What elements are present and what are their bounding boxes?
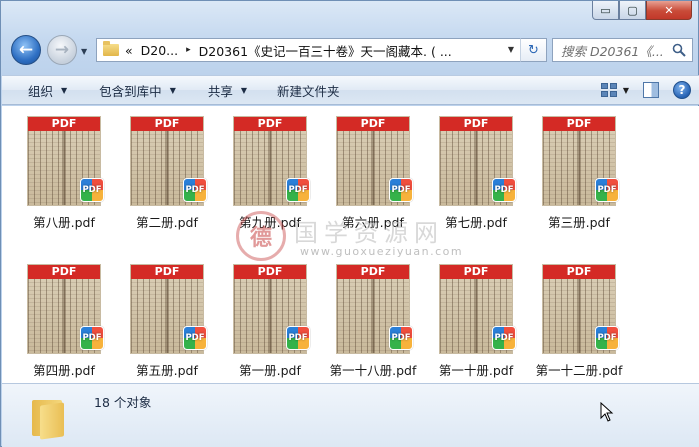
include-in-library-menu[interactable]: 包含到库中 ▼ — [79, 76, 188, 104]
file-item[interactable]: PDF PDF 第八册.pdf — [14, 106, 114, 230]
organize-menu[interactable]: 组织 ▼ — [2, 76, 79, 104]
file-item[interactable]: PDF PDF 第五册.pdf — [117, 254, 217, 378]
pdf-file-icon: PDF — [80, 178, 104, 202]
toolbar-right-group: ▼ ? — [600, 81, 691, 99]
file-name: 第一册.pdf — [239, 363, 301, 378]
file-item[interactable]: PDF PDF 第二册.pdf — [117, 106, 217, 230]
pdf-banner: PDF — [440, 117, 512, 131]
pdf-banner: PDF — [337, 117, 409, 131]
refresh-button[interactable]: ↻ — [520, 38, 547, 62]
file-item[interactable]: PDF PDF 第七册.pdf — [426, 106, 526, 230]
pdf-file-icon: PDF — [389, 326, 413, 350]
refresh-icon: ↻ — [528, 42, 539, 58]
file-name: 第五册.pdf — [136, 363, 198, 378]
pdf-file-icon: PDF — [492, 178, 516, 202]
include-in-library-label: 包含到库中 — [99, 83, 162, 99]
search-placeholder: 搜索 D20361《... — [561, 43, 664, 59]
chevron-down-icon: ▼ — [61, 85, 68, 95]
file-list: PDF PDF 第八册.pdf PDF PDF 第二册.pdf PDF PDF … — [2, 106, 699, 383]
file-name: 第六册.pdf — [342, 215, 404, 230]
recent-pages-dropdown[interactable]: ▼ — [81, 47, 87, 56]
pdf-file-icon: PDF — [595, 178, 619, 202]
organize-label: 组织 — [28, 83, 54, 99]
file-item[interactable]: PDF PDF 第一册.pdf — [220, 254, 320, 378]
navigation-bar: ← → ▼ « D20... ▸ D20361《史记一百三十卷》天一阁藏本. (… — [1, 32, 698, 70]
pdf-file-icon: PDF — [492, 326, 516, 350]
help-button[interactable]: ? — [673, 81, 691, 99]
file-name: 第一十八册.pdf — [329, 363, 417, 378]
chevron-down-icon: ▼ — [622, 85, 629, 95]
command-bar: 组织 ▼ 包含到库中 ▼ 共享 ▼ 新建文件夹 ▼ ? — [2, 75, 699, 105]
file-name: 第一十二册.pdf — [535, 363, 623, 378]
new-folder-button[interactable]: 新建文件夹 — [259, 76, 352, 104]
file-item[interactable]: PDF PDF 第六册.pdf — [323, 106, 423, 230]
file-item[interactable]: PDF PDF 第四册.pdf — [14, 254, 114, 378]
search-icon — [672, 43, 686, 57]
forward-arrow-icon: → — [54, 40, 70, 60]
pdf-banner: PDF — [234, 117, 306, 131]
pdf-banner: PDF — [28, 265, 100, 279]
share-menu[interactable]: 共享 ▼ — [188, 76, 259, 104]
pdf-banner: PDF — [543, 117, 615, 131]
maximize-button[interactable]: ▢ — [619, 1, 646, 20]
pdf-file-icon: PDF — [595, 326, 619, 350]
file-name: 第三册.pdf — [548, 215, 610, 230]
share-label: 共享 — [207, 83, 233, 99]
pdf-banner: PDF — [440, 265, 512, 279]
search-input[interactable]: 搜索 D20361《... — [552, 38, 693, 62]
breadcrumb-item-1[interactable]: D20... — [141, 43, 178, 58]
pdf-file-icon: PDF — [286, 326, 310, 350]
pdf-banner: PDF — [28, 117, 100, 131]
file-name: 第二册.pdf — [136, 215, 198, 230]
pdf-banner: PDF — [337, 265, 409, 279]
address-bar[interactable]: « D20... ▸ D20361《史记一百三十卷》天一阁藏本. ( ... ▼ — [96, 38, 547, 62]
mouse-cursor-icon — [600, 402, 614, 422]
back-button[interactable]: ← — [11, 35, 41, 65]
file-item[interactable]: PDF PDF 第一十册.pdf — [426, 254, 526, 378]
explorer-window: ▭ ▢ ✕ ← → ▼ « D20... ▸ D20361《史记一百三十卷》天一… — [0, 0, 699, 447]
address-dropdown[interactable]: ▼ — [508, 45, 514, 54]
file-name: 第一十册.pdf — [438, 363, 514, 378]
forward-button[interactable]: → — [47, 35, 77, 65]
pdf-banner: PDF — [234, 265, 306, 279]
file-name: 第八册.pdf — [33, 215, 95, 230]
file-item[interactable]: PDF PDF 第九册.pdf — [220, 106, 320, 230]
window-controls: ▭ ▢ ✕ — [592, 1, 692, 20]
breadcrumb-item-current[interactable]: D20361《史记一百三十卷》天一阁藏本. ( ... — [199, 41, 452, 60]
back-arrow-icon: ← — [18, 40, 34, 60]
pdf-file-icon: PDF — [286, 178, 310, 202]
breadcrumb-overflow[interactable]: « — [125, 43, 133, 58]
preview-pane-button[interactable] — [643, 82, 659, 98]
chevron-down-icon: ▼ — [240, 85, 248, 95]
pdf-file-icon: PDF — [389, 178, 413, 202]
pdf-banner: PDF — [131, 117, 203, 131]
folder-icon — [30, 394, 70, 440]
pdf-file-icon: PDF — [183, 178, 207, 202]
close-button[interactable]: ✕ — [646, 1, 692, 20]
breadcrumb-separator[interactable]: ▸ — [186, 45, 191, 55]
view-grid-icon — [600, 83, 617, 97]
file-name: 第七册.pdf — [445, 215, 507, 230]
file-item[interactable]: PDF PDF 第三册.pdf — [529, 106, 629, 230]
pdf-file-icon: PDF — [183, 326, 207, 350]
file-item[interactable]: PDF PDF 第一十八册.pdf — [323, 254, 423, 378]
file-name: 第九册.pdf — [239, 215, 301, 230]
item-count: 18 个对象 — [94, 395, 152, 410]
new-folder-label: 新建文件夹 — [277, 83, 340, 99]
details-pane: 18 个对象 — [2, 383, 699, 447]
folder-icon — [103, 41, 119, 56]
chevron-down-icon: ▼ — [169, 85, 176, 95]
pdf-banner: PDF — [131, 265, 203, 279]
change-view-button[interactable]: ▼ — [600, 83, 629, 97]
file-item[interactable]: PDF PDF 第一十二册.pdf — [529, 254, 629, 378]
pdf-banner: PDF — [543, 265, 615, 279]
pdf-file-icon: PDF — [80, 326, 104, 350]
minimize-button[interactable]: ▭ — [592, 1, 619, 20]
file-name: 第四册.pdf — [33, 363, 95, 378]
